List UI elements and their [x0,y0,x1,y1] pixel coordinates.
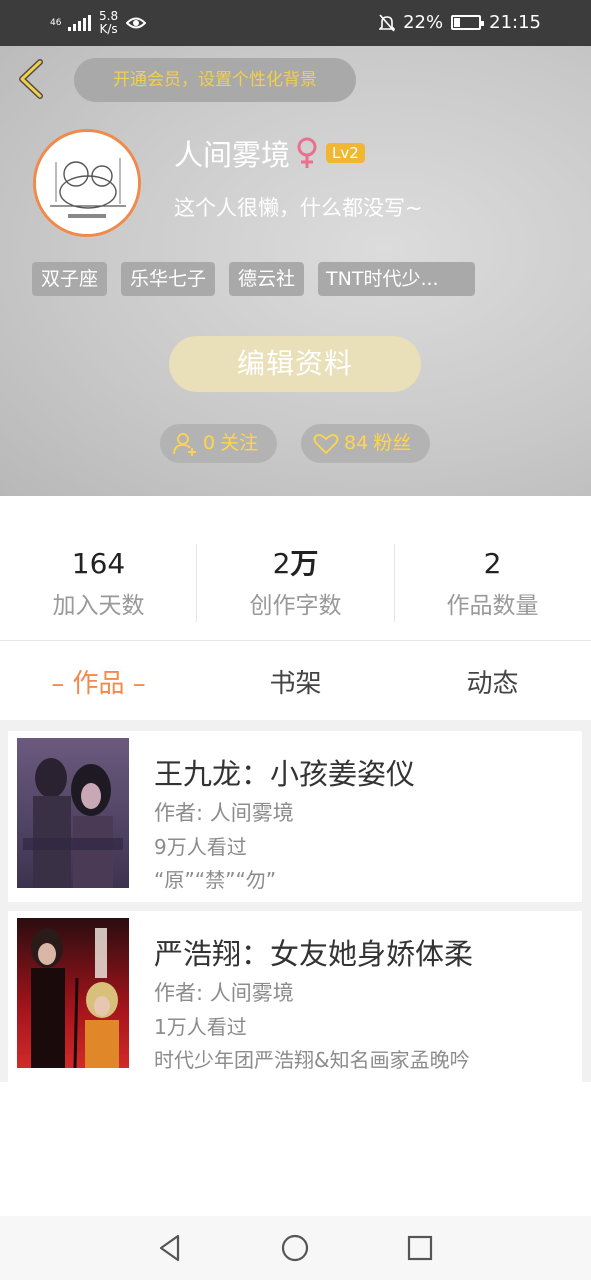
nav-home-icon[interactable] [280,1233,310,1263]
stat-value: 2万 [272,547,319,580]
battery-percent: 22% [403,12,444,33]
edit-profile-button[interactable]: 编辑资料 [169,336,421,392]
work-views: 9万人看过 [154,835,247,859]
fans-label: 粉丝 [373,432,412,454]
stat-label: 创作字数 [249,593,342,619]
tab-works[interactable]: – 作品 – [0,663,197,700]
work-author: 作者: 人间雾境 [154,801,294,825]
status-bar: 46 5.8 K/s 22% 21:15 [0,0,591,46]
stat-word-count: 2万 创作字数 [197,546,394,620]
stat-join-days: 164 加入天数 [0,546,197,620]
system-nav-bar [0,1216,591,1280]
tag-list: 双子座 乐华七子 德云社 TNT时代少... [32,262,476,296]
work-views: 1万人看过 [154,1015,247,1039]
work-description: “原”“禁”“勿” [154,868,277,892]
user-add-icon [173,432,196,456]
stat-works-count: 2 作品数量 [394,546,591,620]
profile-tabs: – 作品 – 书架 动态 [0,641,591,721]
bell-muted-icon [379,13,396,32]
username-row: 人间雾境 Lv2 [174,132,365,174]
avatar[interactable] [33,129,141,237]
nav-recents-icon[interactable] [405,1233,435,1263]
stats-section: 164 加入天数 2万 创作字数 2 作品数量 [0,496,591,641]
stat-label: 加入天数 [52,593,145,619]
nav-back-icon[interactable] [155,1233,185,1263]
tab-activity[interactable]: 动态 [394,663,591,700]
network-speed: 5.8 K/s [99,10,118,36]
work-description: 时代少年团严浩翔&知名画家孟晚吟 [154,1048,470,1072]
book-cover [17,738,129,888]
work-card[interactable]: 王九龙：小孩姜姿仪 作者: 人间雾境 9万人看过 “原”“禁”“勿” [8,731,582,902]
eye-icon [126,17,147,29]
battery-icon [451,15,485,30]
cover-image-icon [17,918,129,1068]
work-author: 作者: 人间雾境 [154,981,294,1005]
network-type: 46 [50,17,62,28]
stat-value: 164 [71,547,126,580]
clock: 21:15 [489,12,541,33]
tag-item[interactable]: 德云社 [229,262,305,296]
speed-unit: K/s [99,22,118,36]
following-count: 0 [203,432,216,454]
username: 人间雾境 [174,138,291,172]
level-badge: Lv2 [326,143,365,163]
work-card[interactable]: 严浩翔：女友她身娇体柔 作者: 人间雾境 1万人看过 时代少年团严浩翔&知名画家… [8,911,582,1082]
stat-value: 2 [483,547,502,580]
work-title: 严浩翔：女友她身娇体柔 [154,937,474,971]
signal-icon [68,15,91,31]
profile-header: 开通会员，设置个性化背景 人间雾境 Lv2 这个人很懒，什么都没写~ 双子座 乐… [0,46,591,496]
heart-icon [313,433,339,454]
following-label: 关注 [220,432,259,454]
avatar-sketch-icon [36,132,138,234]
cover-image-icon [17,738,129,888]
following-button[interactable]: 0 关注 [160,424,277,463]
bio-text: 这个人很懒，什么都没写~ [174,196,423,220]
fans-button[interactable]: 84 粉丝 [301,424,430,463]
back-button[interactable] [14,58,48,100]
tag-item[interactable]: 双子座 [32,262,108,296]
stat-label: 作品数量 [446,593,539,619]
book-cover [17,918,129,1068]
tag-item[interactable]: 乐华七子 [121,262,216,296]
status-left: 46 5.8 K/s [50,10,147,36]
tag-item[interactable]: TNT时代少... [318,262,476,296]
status-right: 22% 21:15 [379,12,541,33]
female-gender-icon [297,137,317,168]
vip-banner[interactable]: 开通会员，设置个性化背景 [74,58,356,102]
fans-count: 84 [344,432,369,454]
tab-bookshelf[interactable]: 书架 [197,663,394,700]
work-title: 王九龙：小孩姜姿仪 [154,757,416,791]
